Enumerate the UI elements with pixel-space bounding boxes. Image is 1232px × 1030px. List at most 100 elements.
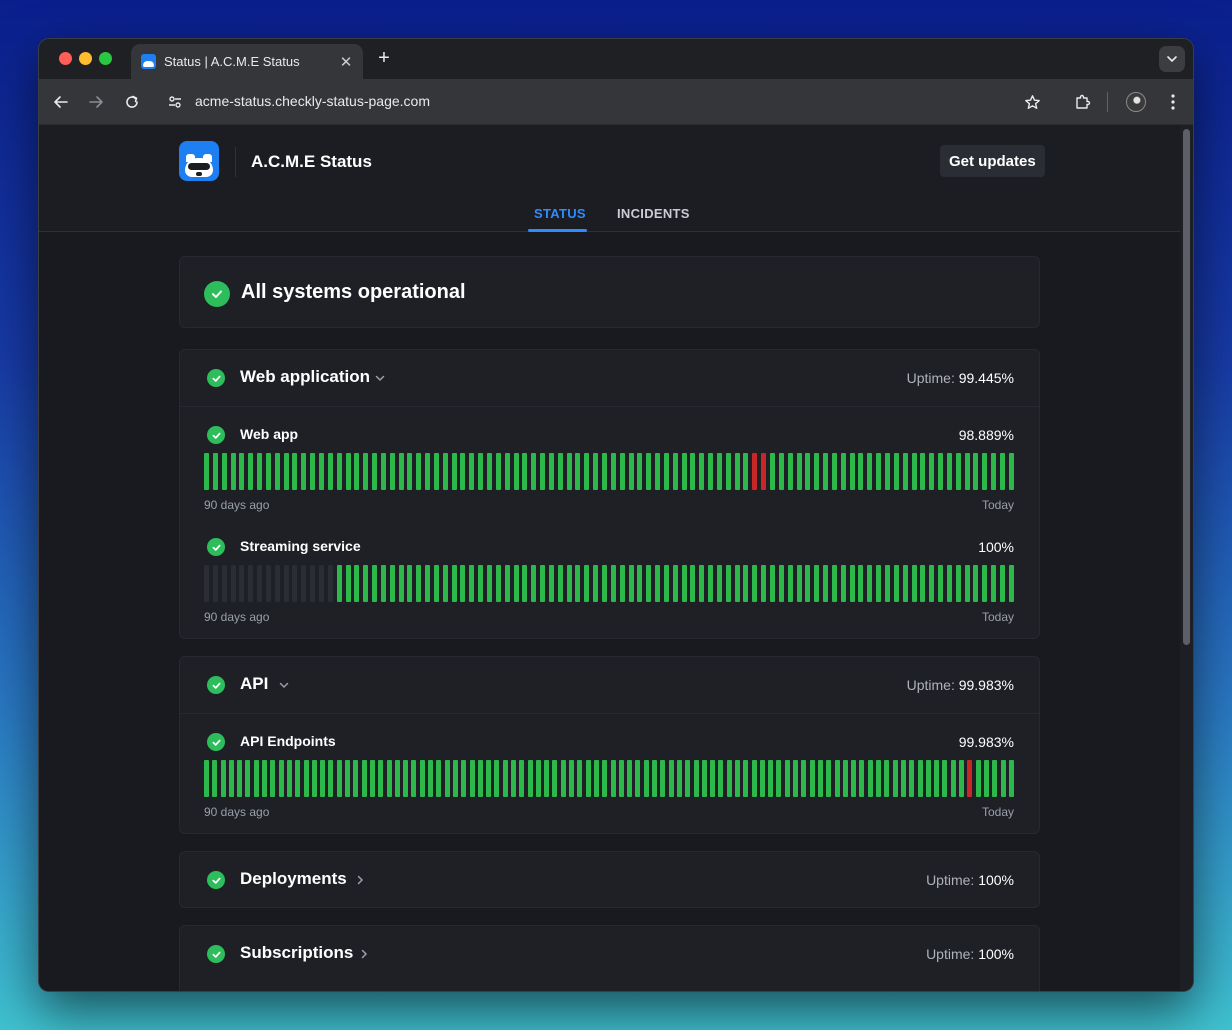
- uptime-bar-operational[interactable]: [934, 760, 940, 797]
- uptime-bar-operational[interactable]: [411, 760, 417, 797]
- uptime-bar-operational[interactable]: [303, 760, 309, 797]
- uptime-bar-operational[interactable]: [253, 760, 259, 797]
- uptime-bar-operational[interactable]: [646, 453, 652, 490]
- uptime-bar-operational[interactable]: [831, 565, 837, 602]
- uptime-bar-operational[interactable]: [938, 453, 944, 490]
- uptime-bar-operational[interactable]: [999, 565, 1005, 602]
- uptime-bar-operational[interactable]: [959, 760, 965, 797]
- uptime-bar-operational[interactable]: [734, 453, 740, 490]
- uptime-bar-operational[interactable]: [274, 453, 280, 490]
- raccoon-logo-icon[interactable]: [179, 141, 219, 181]
- page-scrollbar[interactable]: [1180, 125, 1193, 991]
- uptime-bar-operational[interactable]: [237, 760, 243, 797]
- uptime-bar-operational[interactable]: [204, 453, 209, 490]
- uptime-bar-operational[interactable]: [646, 565, 652, 602]
- uptime-bar-operational[interactable]: [428, 760, 434, 797]
- uptime-bar-operational[interactable]: [672, 453, 678, 490]
- uptime-bar-operational[interactable]: [761, 565, 767, 602]
- uptime-bar-operational[interactable]: [239, 453, 245, 490]
- uptime-bar-operational[interactable]: [859, 760, 865, 797]
- uptime-bar-operational[interactable]: [557, 565, 563, 602]
- uptime-bar-operational[interactable]: [900, 760, 906, 797]
- uptime-bar-operational[interactable]: [619, 565, 625, 602]
- uptime-bar-operational[interactable]: [245, 760, 251, 797]
- uptime-bar-operational[interactable]: [876, 760, 882, 797]
- uptime-bar-operational[interactable]: [734, 565, 740, 602]
- uptime-bar-operational[interactable]: [403, 760, 409, 797]
- uptime-bar-operational[interactable]: [849, 453, 855, 490]
- uptime-bar-operational[interactable]: [849, 565, 855, 602]
- uptime-bar-operational[interactable]: [973, 565, 979, 602]
- uptime-bar-operational[interactable]: [286, 760, 292, 797]
- uptime-bar-operational[interactable]: [416, 565, 422, 602]
- uptime-bar-operational[interactable]: [416, 453, 422, 490]
- uptime-bar-operational[interactable]: [575, 565, 581, 602]
- uptime-bar-operational[interactable]: [522, 453, 528, 490]
- uptime-bar-operational[interactable]: [660, 760, 666, 797]
- zoom-window-button[interactable]: [99, 52, 112, 65]
- uptime-bar-operational[interactable]: [778, 453, 784, 490]
- uptime-bar-operational[interactable]: [909, 760, 915, 797]
- uptime-bar-operational[interactable]: [884, 453, 890, 490]
- uptime-bar-operational[interactable]: [867, 565, 873, 602]
- uptime-bar-operational[interactable]: [920, 565, 926, 602]
- uptime-bar-operational[interactable]: [823, 453, 829, 490]
- uptime-bar-operational[interactable]: [726, 760, 732, 797]
- uptime-bar-operational[interactable]: [851, 760, 857, 797]
- uptime-bar-operational[interactable]: [796, 453, 802, 490]
- uptime-bar-no-data[interactable]: [292, 565, 298, 602]
- uptime-bar-operational[interactable]: [527, 760, 533, 797]
- uptime-bar-operational[interactable]: [1000, 760, 1006, 797]
- uptime-bar-operational[interactable]: [892, 760, 898, 797]
- uptime-bar-operational[interactable]: [544, 760, 550, 797]
- uptime-bar-operational[interactable]: [548, 565, 554, 602]
- uptime-bar-operational[interactable]: [1008, 565, 1014, 602]
- uptime-bar-operational[interactable]: [826, 760, 832, 797]
- uptime-bar-operational[interactable]: [380, 453, 386, 490]
- uptime-bar-no-data[interactable]: [248, 565, 254, 602]
- back-button[interactable]: [51, 92, 71, 112]
- uptime-bar-operational[interactable]: [552, 760, 558, 797]
- uptime-bar-operational[interactable]: [389, 565, 395, 602]
- site-settings-button[interactable]: [165, 92, 185, 112]
- uptime-bar-operational[interactable]: [628, 565, 634, 602]
- uptime-bar-operational[interactable]: [902, 453, 908, 490]
- uptime-bar-operational[interactable]: [230, 453, 236, 490]
- uptime-bar-operational[interactable]: [831, 453, 837, 490]
- uptime-bar-operational[interactable]: [407, 565, 413, 602]
- uptime-bar-operational[interactable]: [204, 760, 209, 797]
- uptime-bar-operational[interactable]: [701, 760, 707, 797]
- uptime-bar-operational[interactable]: [354, 565, 360, 602]
- uptime-bar-operational[interactable]: [531, 565, 537, 602]
- uptime-bar-operational[interactable]: [398, 565, 404, 602]
- uptime-bar-operational[interactable]: [690, 565, 696, 602]
- uptime-bar-operational[interactable]: [278, 760, 284, 797]
- uptime-bar-operational[interactable]: [743, 453, 749, 490]
- tab-close-icon[interactable]: ✕: [335, 53, 357, 71]
- uptime-bar-operational[interactable]: [452, 760, 458, 797]
- uptime-bar-operational[interactable]: [540, 565, 546, 602]
- uptime-bar-operational[interactable]: [708, 565, 714, 602]
- uptime-bar-operational[interactable]: [328, 760, 334, 797]
- chevron-right-icon[interactable]: [358, 948, 370, 960]
- uptime-bar-operational[interactable]: [676, 760, 682, 797]
- uptime-bar-operational[interactable]: [805, 565, 811, 602]
- uptime-bar-operational[interactable]: [716, 565, 722, 602]
- uptime-bar-operational[interactable]: [510, 760, 516, 797]
- uptime-bar-operational[interactable]: [938, 565, 944, 602]
- uptime-bar-operational[interactable]: [982, 453, 988, 490]
- uptime-bar-operational[interactable]: [778, 565, 784, 602]
- address-bar[interactable]: acme-status.checkly-status-page.com: [195, 93, 430, 109]
- uptime-bar-outage[interactable]: [967, 760, 973, 797]
- uptime-bar-operational[interactable]: [964, 565, 970, 602]
- uptime-bar-operational[interactable]: [320, 760, 326, 797]
- bookmark-button[interactable]: [1022, 92, 1042, 112]
- uptime-bar-operational[interactable]: [577, 760, 583, 797]
- uptime-bar-operational[interactable]: [442, 565, 448, 602]
- uptime-bar-operational[interactable]: [975, 760, 981, 797]
- tab-status[interactable]: STATUS: [534, 206, 586, 221]
- uptime-bar-operational[interactable]: [672, 565, 678, 602]
- uptime-bar-operational[interactable]: [716, 453, 722, 490]
- uptime-bar-operational[interactable]: [992, 760, 998, 797]
- uptime-bar-operational[interactable]: [345, 760, 351, 797]
